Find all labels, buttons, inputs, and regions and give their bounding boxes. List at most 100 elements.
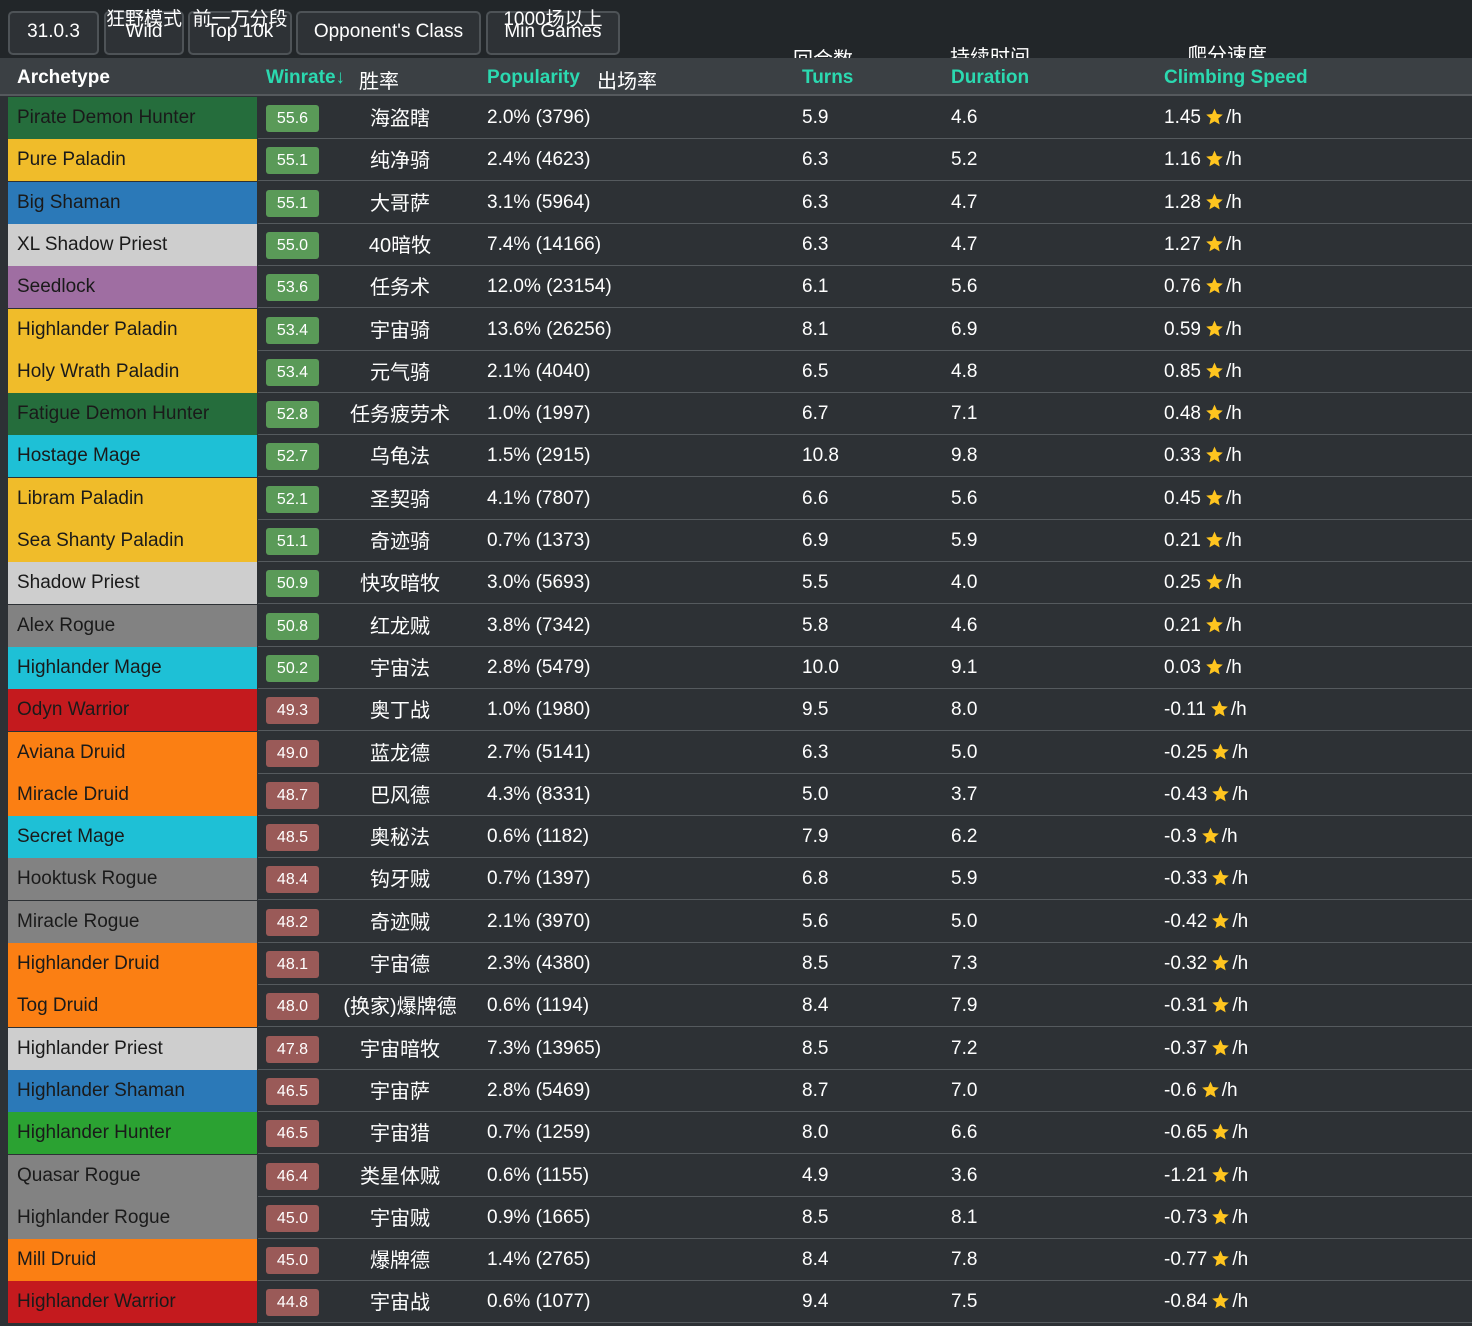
table-row[interactable]: Fatigue Demon Hunter 52.8 任务疲劳术 1.0% (1997)… [0,393,1472,436]
archetype-cn-name: 奇迹贼 [370,911,430,934]
table-row[interactable]: Secret Mage 48.5 奥秘法 0.6% (1182) 7.9 6.2 -0.3/… [0,816,1472,859]
archetype-name[interactable]: Pure Paladin [8,139,257,182]
table-row[interactable]: Holy Wrath Paladin 53.4 元气骑 2.1% (4040) 6.5 4… [0,350,1472,393]
popularity-value: 0.6% (1194) [487,995,590,1017]
table-row[interactable]: Miracle Rogue 48.2 奇迹贼 2.1% (3970) 5.6 5.0 -0.… [0,900,1472,943]
per-hour-unit: /h [1225,614,1242,636]
archetype-name[interactable]: Sea Shanty Paladin [8,520,257,562]
table-row[interactable]: Highlander Shaman 46.5 宇宙萨 2.8% (5469) 8.7 7.… [0,1069,1472,1112]
archetype-name[interactable]: Highlander Warrior [8,1281,257,1324]
climbing-speed-number: 0.21 [1164,614,1201,636]
archetype-name[interactable]: Seedlock [8,266,257,309]
table-row[interactable]: Highlander Hunter 46.5 宇宙猎 0.7% (1259) 8.0 6.… [0,1112,1472,1155]
table-row[interactable]: Quasar Rogue 46.4 类星体贼 0.6% (1155) 4.9 3.6 -1.… [0,1154,1472,1197]
opponent-class-filter-button[interactable]: Opponent's Class [296,11,481,55]
table-row[interactable]: Aviana Druid 49.0 蓝龙德 2.7% (5141) 6.3 5.0 -0.2… [0,731,1472,774]
duration-value: 5.2 [951,149,978,171]
winrate-badge: 53.4 [266,358,319,386]
archetype-name[interactable]: Highlander Rogue [8,1196,257,1239]
archetype-cn-name: 快攻暗牧 [360,573,440,596]
table-row[interactable]: Alex Rogue 50.8 红龙贼 3.8% (7342) 5.8 4.6 0.21/h [0,604,1472,647]
per-hour-unit: /h [1225,149,1242,171]
archetype-name[interactable]: XL Shadow Priest [8,223,257,266]
archetype-cn-name: 宇宙暗牧 [360,1038,440,1061]
table-row[interactable]: Highlander Druid 48.1 宇宙德 2.3% (4380) 8.5 7.3… [0,943,1472,985]
archetype-name[interactable]: Pirate Demon Hunter [8,97,257,139]
turns-value: 8.7 [802,1079,829,1101]
table-row[interactable]: Highlander Paladin 53.4 宇宙骑 13.6% (26256) 8.… [0,308,1472,351]
archetype-name[interactable]: Big Shaman [8,181,257,224]
table-row[interactable]: Sea Shanty Paladin 51.1 奇迹骑 0.7% (1373) 6.9 5… [0,520,1472,562]
table-row[interactable]: Libram Paladin 52.1 圣契骑 4.1% (7807) 6.6 5.6 0.… [0,477,1472,520]
popularity-column-header[interactable]: Popularity [487,67,580,89]
turns-column-header[interactable]: Turns [802,67,853,89]
archetype-name[interactable]: Holy Wrath Paladin [8,350,257,393]
archetype-name[interactable]: Highlander Druid [8,943,257,985]
archetype-name[interactable]: Highlander Mage [8,646,257,689]
archetype-name[interactable]: Odyn Warrior [8,689,257,732]
star-icon [1211,1031,1230,1056]
archetype-name[interactable]: Quasar Rogue [8,1154,257,1197]
archetype-cn-name: 40暗牧 [368,234,432,257]
archetype-name[interactable]: Highlander Priest [8,1027,257,1070]
rank-filter-button[interactable]: 前一万分段 Top 10k [188,9,292,55]
per-hour-unit: /h [1225,360,1242,382]
table-row[interactable]: Odyn Warrior 49.3 奥丁战 1.0% (1980) 9.5 8.0 -0.1… [0,689,1472,732]
table-row[interactable]: Mill Druid 45.0 爆牌德 1.4% (2765) 8.4 7.8 -0.77/… [0,1239,1472,1282]
archetype-name[interactable]: Highlander Hunter [8,1112,257,1155]
table-row[interactable]: Hostage Mage 52.7 乌龟法 1.5% (2915) 10.8 9.8 0.3… [0,435,1472,478]
table-row[interactable]: Pure Paladin 55.1 纯净骑 2.4% (4623) 6.3 5.2 1.16… [0,139,1472,182]
turns-value: 6.3 [802,191,829,213]
winrate-badge: 52.8 [266,401,319,429]
archetype-name[interactable]: Fatigue Demon Hunter [8,393,257,436]
table-row[interactable]: Highlander Priest 47.8 宇宙暗牧 7.3% (13965) 8.5… [0,1027,1472,1070]
climbing-speed-value: -0.33/h [1164,858,1248,900]
winrate-badge: 55.6 [266,105,319,132]
patch-filter-button[interactable]: 31.0.3 [8,11,99,55]
table-row[interactable]: Highlander Warrior 44.8 宇宙战 0.6% (1077) 9.4 7… [0,1281,1472,1324]
duration-column-header[interactable]: Duration [951,67,1029,89]
archetype-cn-name: 海盗瞎 [370,108,430,130]
archetype-name[interactable]: Tog Druid [8,985,257,1028]
winrate-column-header[interactable]: Winrate↓ [266,67,345,89]
star-icon [1211,1242,1230,1267]
archetype-cn-name: 奇迹骑 [370,531,430,553]
per-hour-unit: /h [1232,995,1249,1017]
duration-value: 4.0 [951,572,978,594]
table-row[interactable]: Tog Druid 48.0 (换家)爆牌德 0.6% (1194) 8.4 7.9 -0.… [0,985,1472,1028]
popularity-value: 3.0% (5693) [487,572,591,594]
turns-value: 7.9 [802,826,829,848]
table-row[interactable]: Seedlock 53.6 任务术 12.0% (23154) 6.1 5.6 0.76/h [0,266,1472,309]
table-row[interactable]: Hooktusk Rogue 48.4 钩牙贼 0.7% (1397) 6.8 5.9 -0… [0,858,1472,901]
archetype-name[interactable]: Aviana Druid [8,731,257,774]
min-games-filter-button[interactable]: 1000场以上 Min Games [486,9,620,55]
archetype-column-header[interactable]: Archetype [17,67,110,89]
table-row[interactable]: Big Shaman 55.1 大哥萨 3.1% (5964) 6.3 4.7 1.28/h [0,181,1472,224]
table-row[interactable]: XL Shadow Priest 55.0 40暗牧 7.4% (14166) 6.3 4… [0,223,1472,266]
archetype-name[interactable]: Shadow Priest [8,562,257,605]
archetype-name[interactable]: Alex Rogue [8,604,257,647]
climbing-speed-number: -0.43 [1164,783,1208,805]
archetype-name[interactable]: Secret Mage [8,816,257,859]
climbing-speed-column-header[interactable]: Climbing Speed [1164,67,1308,89]
climbing-speed-value: -0.37/h [1164,1028,1248,1070]
archetype-name[interactable]: Hostage Mage [8,435,257,478]
archetype-name[interactable]: Miracle Druid [8,773,257,816]
climbing-speed-number: 0.59 [1164,318,1201,340]
table-row[interactable]: Pirate Demon Hunter 55.6 海盗瞎 2.0% (3796) 5.9… [0,97,1472,139]
archetype-name[interactable]: Hooktusk Rogue [8,858,257,901]
mode-filter-button[interactable]: 狂野模式 Wild [104,9,184,55]
table-row[interactable]: Highlander Rogue 45.0 宇宙贼 0.9% (1665) 8.5 8.1… [0,1196,1472,1239]
archetype-name[interactable]: Mill Druid [8,1239,257,1282]
winrate-badge: 44.8 [266,1289,319,1317]
archetype-name[interactable]: Highlander Shaman [8,1069,257,1112]
climbing-speed-value: -0.6/h [1164,1070,1238,1112]
per-hour-unit: /h [1232,1122,1249,1144]
table-row[interactable]: Shadow Priest 50.9 快攻暗牧 3.0% (5693) 5.5 4.0 0.… [0,562,1472,605]
popularity-value: 13.6% (26256) [487,318,612,340]
table-row[interactable]: Highlander Mage 50.2 宇宙法 2.8% (5479) 10.0 9.1… [0,646,1472,689]
table-row[interactable]: Miracle Druid 48.7 巴风德 4.3% (8331) 5.0 3.7 -0.… [0,773,1472,816]
archetype-name[interactable]: Highlander Paladin [8,308,257,351]
archetype-name[interactable]: Miracle Rogue [8,900,257,943]
archetype-name[interactable]: Libram Paladin [8,477,257,520]
